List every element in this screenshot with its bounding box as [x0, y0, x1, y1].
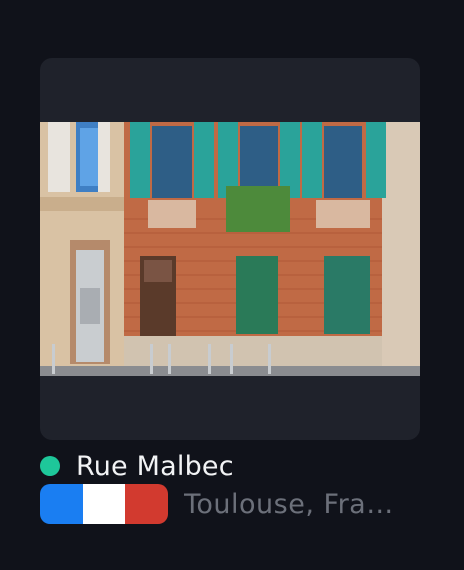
place-title-row: Rue Malbec [40, 448, 234, 484]
status-dot [40, 456, 60, 476]
location-row: Toulouse, Fra… [40, 484, 394, 524]
flag-stripe-white [82, 484, 126, 524]
france-flag-icon [40, 484, 168, 524]
street-photo [40, 122, 420, 376]
place-location: Toulouse, Fra… [184, 488, 394, 520]
flag-stripe-red [125, 484, 168, 524]
place-title[interactable]: Rue Malbec [76, 451, 234, 482]
photo-card[interactable] [40, 58, 420, 440]
flag-stripe-blue [40, 484, 83, 524]
